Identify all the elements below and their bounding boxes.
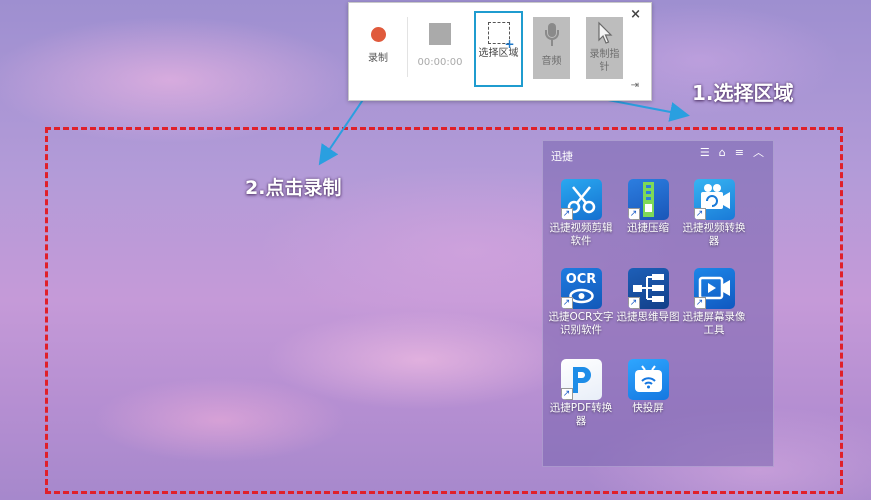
app-shortcut-mindmap[interactable]: ↗ 迅捷思维导图 [612,268,684,324]
audio-label: 音频 [541,56,562,67]
app-label: 迅捷视频剪辑软件 [549,222,613,247]
app-shortcut-cast[interactable]: 快投屏 [612,359,684,415]
menu-icon[interactable]: ≡ [735,146,744,160]
record-pointer-label: 录制指针 [589,49,620,73]
recording-toolbar: 录制 00:00:00 + 选择区域 音频 录制指针 × ⇥ [348,2,652,101]
app-label: 迅捷OCR文字识别软件 [548,311,614,336]
app-shortcut-pdf-converter[interactable]: ↗ 迅捷PDF转换器 [545,359,617,428]
scissors-icon: ↗ [560,179,602,220]
app-shortcut-video-editor[interactable]: ↗ 迅捷视频剪辑软件 [545,179,617,248]
pdf-icon: ↗ [560,359,602,400]
app-group-panel: 迅捷 ☰ ⌂ ≡ ︿ ↗ 迅捷视频剪辑软件 ↗ 迅捷压缩 ↗ 迅捷视频转换器 O… [542,140,774,467]
zip-icon: ↗ [627,179,669,220]
record-button[interactable]: 录制 [363,21,393,65]
collapse-icon[interactable]: ︿ [753,146,764,160]
panel-title: 迅捷 [551,150,573,163]
audio-button[interactable]: 音频 [533,17,570,79]
record-pointer-button[interactable]: 录制指针 [586,17,623,79]
app-shortcut-video-converter[interactable]: ↗ 迅捷视频转换器 [678,179,750,248]
app-label: 快投屏 [632,402,664,414]
app-label: 迅捷思维导图 [616,311,680,323]
app-label: 迅捷视频转换器 [682,222,746,247]
app-label: 迅捷屏幕录像工具 [682,311,746,336]
list-icon[interactable]: ☰ [700,146,710,160]
app-shortcut-screen-recorder[interactable]: ↗ 迅捷屏幕录像工具 [678,268,750,337]
app-label: 迅捷PDF转换器 [549,402,613,427]
pin-icon[interactable]: ⇥ [631,80,639,91]
panel-controls: ☰ ⌂ ≡ ︿ [700,146,764,160]
app-label: 迅捷压缩 [627,222,669,234]
cursor-icon [597,21,612,44]
cast-icon [627,359,669,400]
select-area-icon: + [487,22,515,50]
microphone-icon [542,23,562,49]
video-convert-icon: ↗ [693,179,735,220]
timer-display: 00:00:00 [417,57,463,68]
screen-record-icon: ↗ [693,268,735,309]
mindmap-icon: ↗ [627,268,669,309]
record-label: 录制 [368,53,388,64]
ocr-icon: OCR ↗ [560,268,602,309]
select-area-button[interactable]: + 选择区域 [474,11,523,87]
stop-button[interactable]: 00:00:00 [415,21,465,69]
record-icon [370,27,386,42]
stop-icon [429,23,451,45]
toolbar-divider [407,17,408,77]
app-shortcut-compress[interactable]: ↗ 迅捷压缩 [612,179,684,235]
close-icon[interactable]: × [630,7,641,22]
step1-annotation: 1.选择区域 [692,81,794,105]
app-shortcut-ocr[interactable]: OCR ↗ 迅捷OCR文字识别软件 [545,268,617,337]
lock-icon[interactable]: ⌂ [719,146,726,160]
step2-annotation: 2.点击录制 [245,177,342,199]
